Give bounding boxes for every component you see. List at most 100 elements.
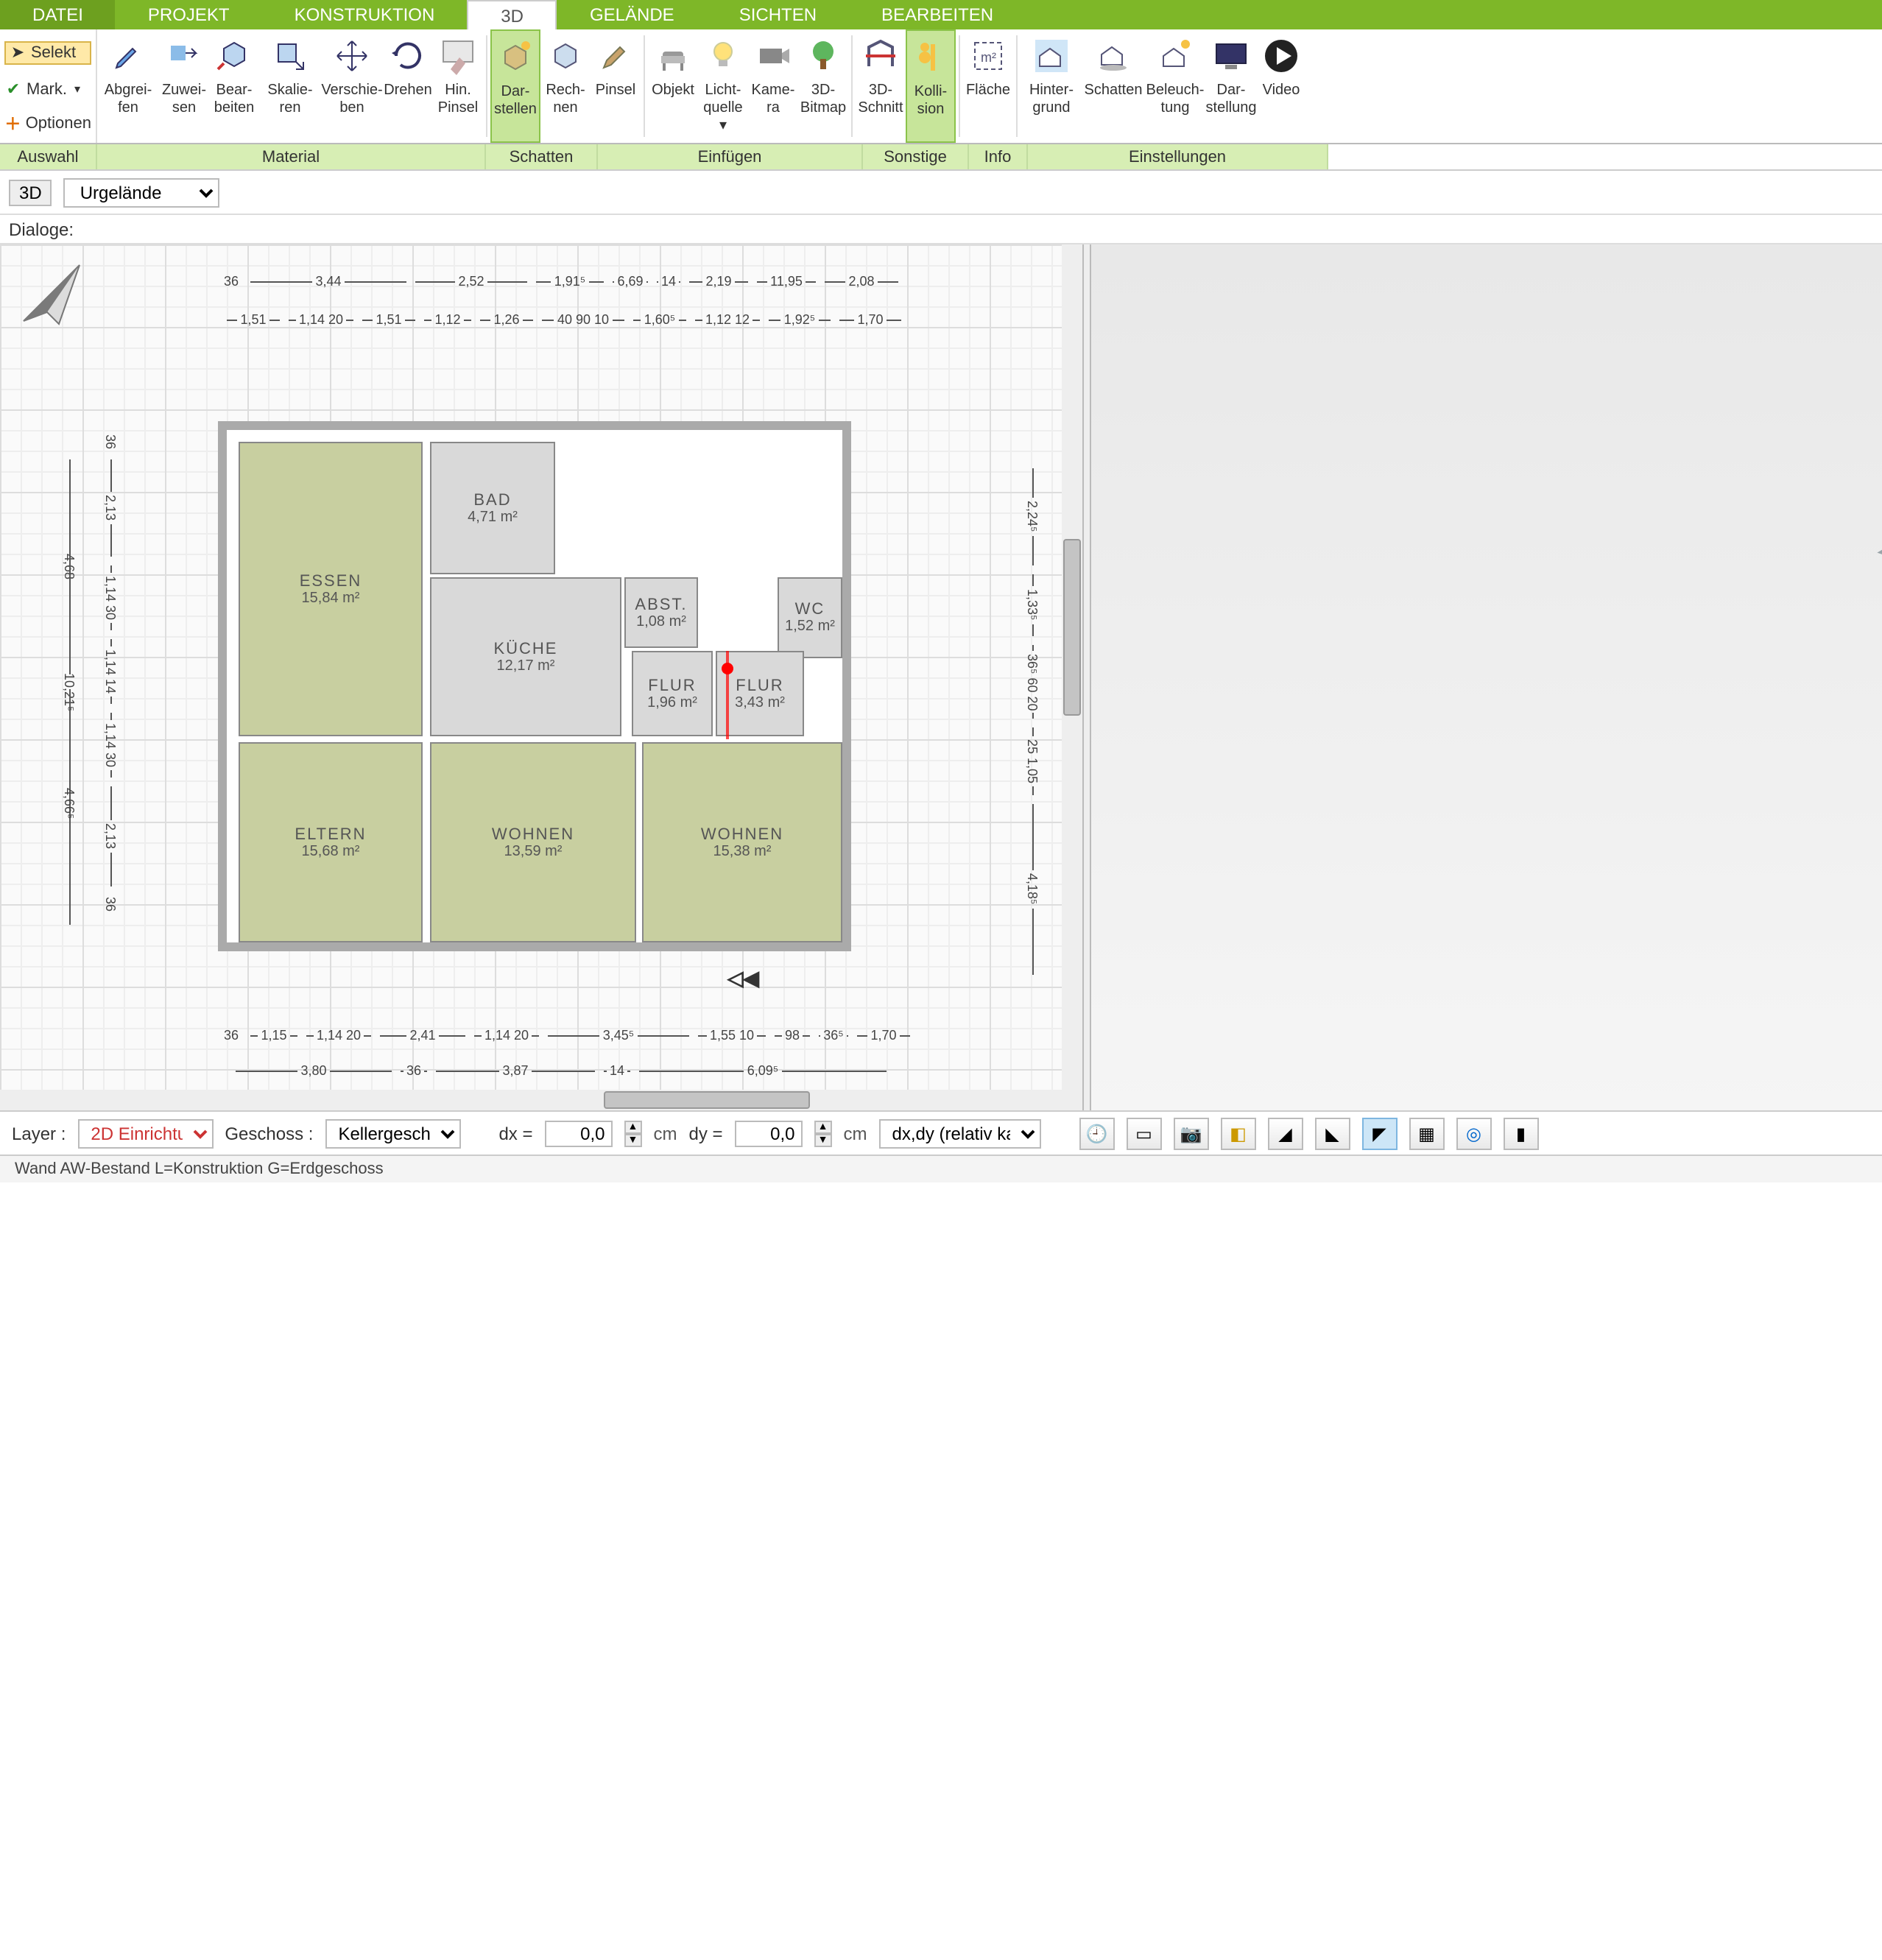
- dimension-label: 6,09⁵: [636, 1060, 889, 1081]
- layer-label: Layer :: [12, 1123, 66, 1143]
- room-area: 15,38 m²: [713, 843, 772, 859]
- pane-divider[interactable]: [1082, 244, 1091, 1110]
- dimension-label: 36⁵: [816, 1025, 851, 1046]
- ribbon-btn-label: Verschie-ben: [321, 82, 382, 118]
- indicator-icon[interactable]: ▮: [1504, 1117, 1539, 1149]
- model-3d-view[interactable]: [1091, 244, 1882, 1110]
- dimension-label: 1,14 20: [303, 1025, 374, 1046]
- ribbon-3dschnitt-button[interactable]: 3D-Schnitt: [856, 29, 906, 143]
- dimension-label: 4,18⁵: [1022, 801, 1043, 978]
- mark-label: Mark.: [27, 80, 67, 98]
- geschoss-select[interactable]: Kellergesch: [325, 1118, 460, 1148]
- menu-tab-gelaende[interactable]: GELÄNDE: [557, 0, 707, 29]
- coord-mode-select[interactable]: dx,dy (relativ ka: [879, 1118, 1041, 1148]
- grid-icon[interactable]: ▦: [1409, 1117, 1445, 1149]
- dimension-label: 1,33⁵: [1022, 571, 1043, 639]
- ribbon-flaeche-button[interactable]: m² Fläche: [963, 29, 1013, 143]
- room-area: 1,08 m²: [636, 613, 686, 630]
- dx-spinner[interactable]: ▲▼: [624, 1120, 641, 1146]
- room-name: ESSEN: [300, 572, 362, 590]
- ribbon-schatten-set-button[interactable]: Schatten: [1082, 29, 1144, 143]
- cube-sun-icon: [495, 37, 536, 78]
- section-icon: [860, 35, 901, 77]
- room-name: WOHNEN: [701, 825, 783, 843]
- dimension-label: 1,12: [421, 309, 474, 330]
- dx-input[interactable]: [544, 1120, 612, 1146]
- ribbon-video-button[interactable]: Video: [1256, 29, 1306, 143]
- dimension-label: 1,51: [224, 309, 283, 330]
- ribbon-darstellen-button[interactable]: Dar-stellen: [490, 29, 540, 143]
- target-icon[interactable]: ◎: [1456, 1117, 1492, 1149]
- collision-icon: [910, 37, 951, 78]
- ribbon-btn-label: Hinter-grund: [1029, 82, 1074, 118]
- ribbon-pinsel-button[interactable]: Pinsel: [591, 29, 641, 143]
- dy-input[interactable]: [735, 1120, 803, 1146]
- dimension-label: 36: [398, 1060, 430, 1081]
- room-essen[interactable]: ESSEN 15,84 m²: [239, 442, 423, 736]
- menu-tab-projekt[interactable]: PROJEKT: [116, 0, 262, 29]
- status-bar: Wand AW-Bestand L=Konstruktion G=Erdgesc…: [0, 1155, 1882, 1182]
- ribbon-hin-pinsel-button[interactable]: Hin.Pinsel: [433, 29, 483, 143]
- coordinate-input-bar: Layer : 2D Einrichtu Geschoss : Kellerge…: [0, 1110, 1882, 1155]
- room-wohnen[interactable]: WOHNEN 15,38 m²: [642, 742, 842, 942]
- dx-label: dx =: [498, 1123, 532, 1143]
- rectangle-icon[interactable]: ▭: [1127, 1117, 1162, 1149]
- ribbon-hintergrund-button[interactable]: Hinter-grund: [1021, 29, 1082, 143]
- plan-h-thumb[interactable]: [604, 1091, 810, 1109]
- selection-tools: ➤ Selekt ✔ Mark.▾ ＋ Optionen: [0, 29, 97, 143]
- dimension-label: 36: [100, 892, 121, 916]
- dy-spinner[interactable]: ▲▼: [814, 1120, 832, 1146]
- optionen-tool[interactable]: ＋ Optionen: [4, 114, 91, 132]
- terrain-select[interactable]: Urgelände: [64, 177, 220, 207]
- ribbon-darstellung-button[interactable]: Dar-stellung: [1206, 29, 1256, 143]
- menu-tab-bearbeiten[interactable]: BEARBEITEN: [849, 0, 1026, 29]
- room-abst.[interactable]: ABST. 1,08 m²: [624, 577, 698, 648]
- snap-angle3-icon[interactable]: ◤: [1362, 1117, 1398, 1149]
- camera-icon[interactable]: 📷: [1174, 1117, 1209, 1149]
- room-wohnen[interactable]: WOHNEN 13,59 m²: [430, 742, 636, 942]
- history-icon[interactable]: 🕘: [1079, 1117, 1115, 1149]
- room-küche[interactable]: KÜCHE 12,17 m²: [430, 577, 621, 736]
- room-flur[interactable]: FLUR 1,96 m²: [632, 651, 713, 736]
- ribbon-3dbitmap-button[interactable]: 3D-Bitmap: [798, 29, 848, 143]
- room-eltern[interactable]: ELTERN 15,68 m²: [239, 742, 423, 942]
- menu-tab-3d[interactable]: 3D: [467, 0, 557, 29]
- menu-tab-sichten[interactable]: SICHTEN: [707, 0, 849, 29]
- snap-angle2-icon[interactable]: ◣: [1315, 1117, 1350, 1149]
- ribbon-skalieren-button[interactable]: Skalie-ren: [259, 29, 321, 143]
- monitor-icon: [1210, 35, 1252, 77]
- ribbon-btn-label: Abgrei-fen: [105, 82, 152, 118]
- menu-tab-datei[interactable]: DATEI: [0, 0, 116, 29]
- ribbon-drehen-button[interactable]: Drehen: [383, 29, 433, 143]
- stack-icon[interactable]: ◧: [1221, 1117, 1256, 1149]
- dimension-label: 2,08: [822, 271, 901, 292]
- ribbon-abgreifen-button[interactable]: Abgrei-fen: [97, 29, 159, 143]
- plan-v-thumb[interactable]: [1063, 539, 1081, 716]
- plan-h-scrollbar[interactable]: [0, 1090, 1082, 1110]
- selekt-tool[interactable]: ➤ Selekt: [4, 40, 91, 64]
- ribbon-beleuchtung-button[interactable]: Beleuch-tung: [1144, 29, 1206, 143]
- ribbon-rechnen-button[interactable]: Rech-nen: [540, 29, 591, 143]
- room-wc[interactable]: WC 1,52 m²: [778, 577, 842, 658]
- ribbon-btn-label: Dar-stellung: [1206, 82, 1257, 118]
- plan-v-scrollbar[interactable]: [1062, 244, 1082, 1090]
- ribbon-zuweisen-button[interactable]: Zuwei-sen: [159, 29, 209, 143]
- ribbon-bearbeiten-button[interactable]: Bear-beiten: [209, 29, 259, 143]
- menu-tab-konstruktion[interactable]: KONSTRUKTION: [262, 0, 468, 29]
- dialoge-label: Dialoge:: [9, 219, 74, 239]
- room-bad[interactable]: BAD 4,71 m²: [430, 442, 555, 574]
- floorplan-2d-view[interactable]: 363,442,521,91⁵6,69142,1911,952,08 1,511…: [0, 244, 1082, 1110]
- mark-tool[interactable]: ✔ Mark.▾: [4, 80, 91, 98]
- dimension-label: 1,55 10: [695, 1025, 769, 1046]
- layer-select[interactable]: 2D Einrichtu: [77, 1118, 213, 1148]
- ribbon-objekt-button[interactable]: Objekt: [648, 29, 698, 143]
- ribbon-kollision-button[interactable]: Kolli-sion: [906, 29, 956, 143]
- snap-angle1-icon[interactable]: ◢: [1268, 1117, 1303, 1149]
- dimension-label: 3,44: [247, 271, 409, 292]
- ribbon-verschieben-button[interactable]: Verschie-ben: [321, 29, 383, 143]
- dimension-label: 4,66⁵: [59, 686, 80, 922]
- ribbon-kamera-button[interactable]: Kame-ra: [748, 29, 798, 143]
- ribbon-lichtquelle-button[interactable]: Licht-quelle ▾: [698, 29, 748, 143]
- ribbon-btn-label: Licht-quelle ▾: [698, 82, 748, 135]
- area-icon: m²: [968, 35, 1009, 77]
